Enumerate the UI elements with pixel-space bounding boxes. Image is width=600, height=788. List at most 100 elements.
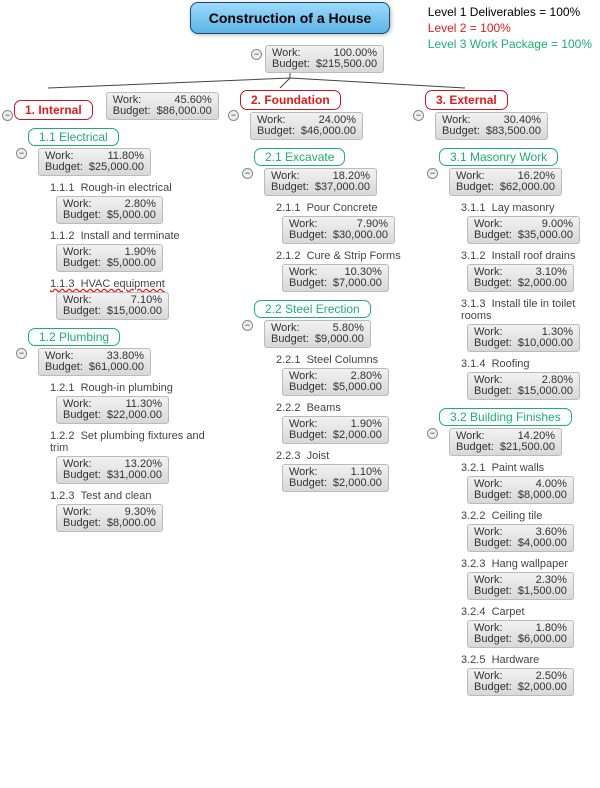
level3-label: 2.2.3 Joist [276, 450, 415, 462]
level3-node: 1.1.1 Rough-in electrical Work:2.80% Bud… [46, 182, 219, 224]
toggle-icon[interactable]: − [16, 148, 27, 159]
level3-node: 2.2.3 Joist Work:1.10% Budget:$2,000.00 [272, 450, 415, 492]
toggle-icon[interactable]: − [413, 110, 424, 121]
level1-node: 2. Foundation − Work:24.00% Budget:$46,0… [240, 90, 415, 140]
level3-node: 2.2.2 Beams Work:1.90% Budget:$2,000.00 [272, 402, 415, 444]
level3-node: 3.2.5 Hardware Work:2.50% Budget:$2,000.… [457, 654, 600, 696]
data-box: Work:2.30% Budget:$1,500.00 [467, 572, 574, 600]
level2-label: 3.2 Building Finishes [439, 408, 572, 426]
level3-node: 3.1.2 Install roof drains Work:3.10% Bud… [457, 250, 600, 292]
column-internal: 1. Internal − Work:45.60% Budget:$86,000… [14, 90, 219, 532]
data-box: Work:4.00% Budget:$8,000.00 [467, 476, 574, 504]
data-box: Work:2.50% Budget:$2,000.00 [467, 668, 574, 696]
legend: Level 1 Deliverables = 100% Level 2 = 10… [428, 4, 592, 52]
data-box: Work:1.30% Budget:$10,000.00 [467, 324, 580, 352]
data-box: Work:1.80% Budget:$6,000.00 [467, 620, 574, 648]
level3-node: 3.2.2 Ceiling tile Work:3.60% Budget:$4,… [457, 510, 600, 552]
level3-node: 1.2.3 Test and clean Work:9.30% Budget:$… [46, 490, 219, 532]
data-box: Work:3.10% Budget:$2,000.00 [467, 264, 574, 292]
data-box: Work:7.10% Budget:$15,000.00 [56, 292, 169, 320]
column-external: 3. External − Work:30.40% Budget:$83,500… [425, 90, 600, 696]
data-box: Work:2.80% Budget:$5,000.00 [56, 196, 163, 224]
level1-label: 3. External [425, 90, 508, 110]
toggle-icon[interactable]: − [427, 168, 438, 179]
level3-label: 3.1.4 Roofing [461, 358, 600, 370]
level2-label: 2.1 Excavate [254, 148, 345, 166]
data-box: Work:24.00% Budget:$46,000.00 [250, 112, 363, 140]
level3-node: 2.1.1 Pour Concrete Work:7.90% Budget:$3… [272, 202, 415, 244]
level3-node: 3.1.1 Lay masonry Work:9.00% Budget:$35,… [457, 202, 600, 244]
data-box: Work:13.20% Budget:$31,000.00 [56, 456, 169, 484]
level1-label: 2. Foundation [240, 90, 341, 110]
level3-label: 3.2.3 Hang wallpaper [461, 558, 600, 570]
level2-label: 2.2 Steel Erection [254, 300, 371, 318]
level3-label: 3.2.2 Ceiling tile [461, 510, 600, 522]
level3-node: 2.2.1 Steel Columns Work:2.80% Budget:$5… [272, 354, 415, 396]
level3-label: 1.1.2 Install and terminate [50, 230, 219, 242]
level3-node: 3.2.4 Carpet Work:1.80% Budget:$6,000.00 [457, 606, 600, 648]
level3-label: 2.2.2 Beams [276, 402, 415, 414]
level3-node: 3.2.3 Hang wallpaper Work:2.30% Budget:$… [457, 558, 600, 600]
level3-label: 3.1.1 Lay masonry [461, 202, 600, 214]
level2-node: 1.2 Plumbing − Work:33.80% Budget:$61,00… [28, 328, 219, 532]
data-box: Work:1.10% Budget:$2,000.00 [282, 464, 389, 492]
toggle-icon[interactable]: − [16, 348, 27, 359]
data-box: Work:30.40% Budget:$83,500.00 [435, 112, 548, 140]
level2-node: 2.2 Steel Erection − Work:5.80% Budget:$… [254, 300, 415, 492]
root-data: Work:100.00% Budget:$215,500.00 [265, 45, 384, 73]
level3-label: 3.2.5 Hardware [461, 654, 600, 666]
legend-l2: Level 2 = 100% [428, 20, 592, 36]
level3-label: 2.1.1 Pour Concrete [276, 202, 415, 214]
data-box: Work:10.30% Budget:$7,000.00 [282, 264, 389, 292]
data-box: Work:45.60% Budget:$86,000.00 [106, 92, 219, 120]
level3-node: 1.1.2 Install and terminate Work:1.90% B… [46, 230, 219, 272]
toggle-icon[interactable]: − [427, 428, 438, 439]
root-title: Construction of a House [190, 2, 390, 34]
data-box: Work:9.30% Budget:$8,000.00 [56, 504, 163, 532]
level3-label: 2.2.1 Steel Columns [276, 354, 415, 366]
level3-label: 2.1.2 Cure & Strip Forms [276, 250, 415, 262]
level2-label: 3.1 Masonry Work [439, 148, 558, 166]
level3-label: 3.1.2 Install roof drains [461, 250, 600, 262]
level3-label: 1.2.1 Rough-in plumbing [50, 382, 219, 394]
level3-node: 3.1.4 Roofing Work:2.80% Budget:$15,000.… [457, 358, 600, 400]
level2-node: 3.2 Building Finishes − Work:14.20% Budg… [439, 408, 600, 696]
level3-label: 3.2.4 Carpet [461, 606, 600, 618]
level3-node: 3.2.1 Paint walls Work:4.00% Budget:$8,0… [457, 462, 600, 504]
level2-node: 3.1 Masonry Work − Work:16.20% Budget:$6… [439, 148, 600, 400]
toggle-icon[interactable]: − [242, 320, 253, 331]
level3-label: 3.2.1 Paint walls [461, 462, 600, 474]
toggle-icon[interactable]: − [251, 49, 262, 60]
data-box: Work:1.90% Budget:$5,000.00 [56, 244, 163, 272]
level3-label: 1.1.1 Rough-in electrical [50, 182, 219, 194]
data-box: Work:7.90% Budget:$30,000.00 [282, 216, 395, 244]
level1-node: 3. External − Work:30.40% Budget:$83,500… [425, 90, 600, 140]
level3-label: 1.1.3 HVAC equipment [50, 278, 219, 290]
level3-node: 2.1.2 Cure & Strip Forms Work:10.30% Bud… [272, 250, 415, 292]
toggle-icon[interactable]: − [2, 110, 13, 121]
level3-node: 3.1.3 Install tile in toilet rooms Work:… [457, 298, 600, 352]
data-box: Work:3.60% Budget:$4,000.00 [467, 524, 574, 552]
data-box: Work:1.90% Budget:$2,000.00 [282, 416, 389, 444]
level3-node: 1.2.1 Rough-in plumbing Work:11.30% Budg… [46, 382, 219, 424]
data-box: Work:2.80% Budget:$15,000.00 [467, 372, 580, 400]
data-box: Work:16.20% Budget:$62,000.00 [449, 168, 562, 196]
toggle-icon[interactable]: − [228, 110, 239, 121]
level3-label: 3.1.3 Install tile in toilet rooms [461, 298, 600, 322]
level2-node: 1.1 Electrical − Work:11.80% Budget:$25,… [28, 128, 219, 320]
toggle-icon[interactable]: − [242, 168, 253, 179]
data-box: Work:18.20% Budget:$37,000.00 [264, 168, 377, 196]
level3-label: 1.2.3 Test and clean [50, 490, 219, 502]
data-box: Work:9.00% Budget:$35,000.00 [467, 216, 580, 244]
level1-node: 1. Internal − Work:45.60% Budget:$86,000… [14, 90, 219, 120]
data-box: Work:33.80% Budget:$61,000.00 [38, 348, 151, 376]
column-foundation: 2. Foundation − Work:24.00% Budget:$46,0… [240, 90, 415, 492]
data-box: Work:5.80% Budget:$9,000.00 [264, 320, 371, 348]
legend-l3: Level 3 Work Package = 100% [428, 36, 592, 52]
level2-node: 2.1 Excavate − Work:18.20% Budget:$37,00… [254, 148, 415, 292]
level3-node: 1.2.2 Set plumbing fixtures and trim Wor… [46, 430, 219, 484]
data-box: Work:11.80% Budget:$25,000.00 [38, 148, 151, 176]
level2-label: 1.1 Electrical [28, 128, 119, 146]
level1-label: 1. Internal [14, 100, 93, 120]
data-box: Work:2.80% Budget:$5,000.00 [282, 368, 389, 396]
